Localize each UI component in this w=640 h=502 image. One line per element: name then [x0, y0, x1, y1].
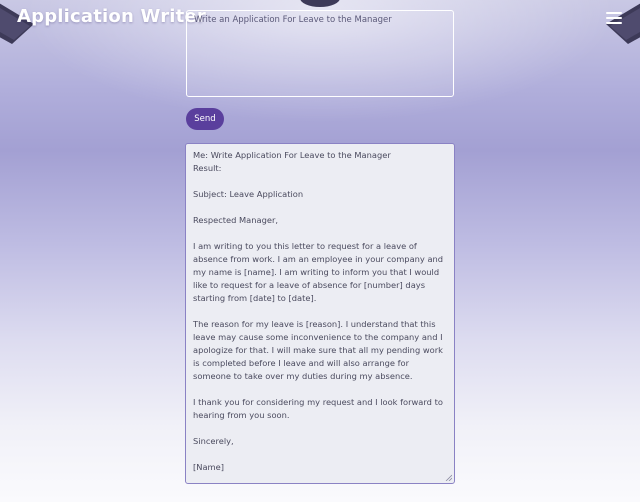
menu-bar-bottom [606, 22, 622, 24]
prompt-input[interactable] [186, 10, 454, 97]
result-paragraph-2: The reason for my leave is [reason]. I u… [193, 319, 446, 381]
result-salutation: Respected Manager, [193, 215, 279, 225]
result-header-line: Me: Write Application For Leave to the M… [193, 150, 391, 160]
menu-bar-middle [606, 17, 622, 19]
result-paragraph-3: I thank you for considering my request a… [193, 397, 446, 420]
resize-handle-icon[interactable] [445, 474, 452, 481]
result-closing: Sincerely, [193, 436, 234, 446]
result-output[interactable]: Me: Write Application For Leave to the M… [185, 143, 455, 484]
result-paragraph-1: I am writing to you this letter to reque… [193, 241, 446, 303]
send-button[interactable]: Send [186, 108, 224, 130]
menu-bar-top [606, 12, 622, 14]
result-label: Result: [193, 163, 222, 173]
result-signature: [Name] [193, 462, 224, 472]
hamburger-menu-icon[interactable] [600, 8, 628, 28]
result-subject: Subject: Leave Application [193, 189, 304, 199]
ceiling-lamp-center-icon [300, 0, 340, 7]
app-title: Application Writer [17, 6, 206, 27]
